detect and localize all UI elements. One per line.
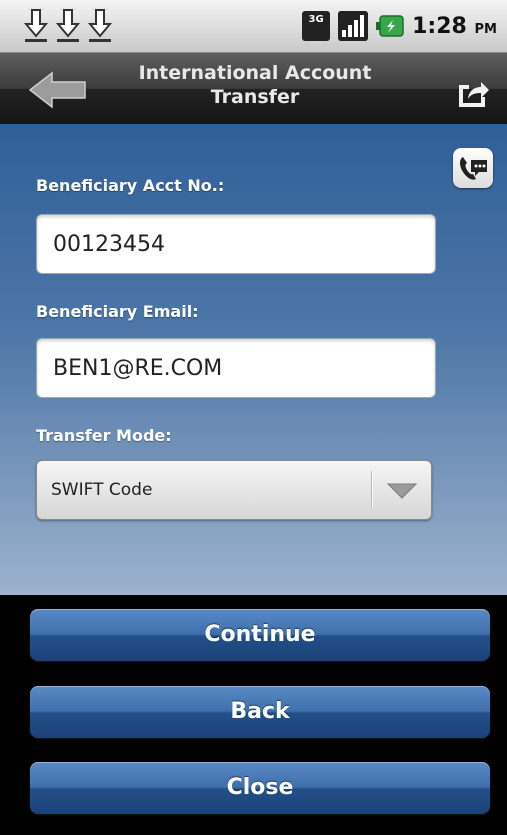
- transfer-mode-select[interactable]: SWIFT Code: [36, 460, 432, 520]
- transfer-form: Beneficiary Acct No.: Beneficiary Email:…: [0, 124, 507, 595]
- download-icon: [24, 9, 48, 42]
- status-bar: 3G 1:28 PM: [0, 0, 507, 53]
- chevron-down-icon: [387, 483, 417, 499]
- clock: 1:28 PM: [412, 14, 497, 39]
- clock-ampm: PM: [474, 21, 497, 37]
- contact-button[interactable]: [453, 148, 493, 188]
- network-type-label: 3G: [308, 14, 324, 25]
- title-bar: International Account Transfer: [0, 53, 507, 124]
- 3g-icon: 3G: [302, 11, 331, 41]
- clock-time: 1:28: [412, 13, 467, 39]
- transfer-mode-value: SWIFT Code: [51, 480, 153, 500]
- page-title: International Account Transfer: [138, 62, 372, 108]
- mode-label: Transfer Mode:: [36, 426, 172, 445]
- continue-button[interactable]: Continue: [30, 609, 490, 661]
- acct-number-field[interactable]: [36, 214, 436, 274]
- contact-icon: [460, 157, 487, 180]
- download-icon: [88, 9, 112, 42]
- download-icon: [56, 9, 80, 42]
- status-indicators: 3G 1:28 PM: [302, 0, 497, 52]
- select-divider: [371, 471, 373, 509]
- back-button[interactable]: Back: [30, 686, 490, 738]
- phone-screen: 3G 1:28 PM International Account Transfe…: [0, 0, 507, 835]
- signal-icon: [338, 11, 369, 41]
- button-area: Continue Back Close: [0, 595, 507, 835]
- share-icon[interactable]: [455, 75, 491, 109]
- acct-label: Beneficiary Acct No.:: [36, 176, 225, 195]
- email-field[interactable]: [36, 338, 436, 398]
- email-label: Beneficiary Email:: [36, 302, 199, 321]
- close-button[interactable]: Close: [30, 762, 490, 814]
- battery-icon: [376, 15, 404, 37]
- back-arrow-icon[interactable]: [28, 71, 88, 109]
